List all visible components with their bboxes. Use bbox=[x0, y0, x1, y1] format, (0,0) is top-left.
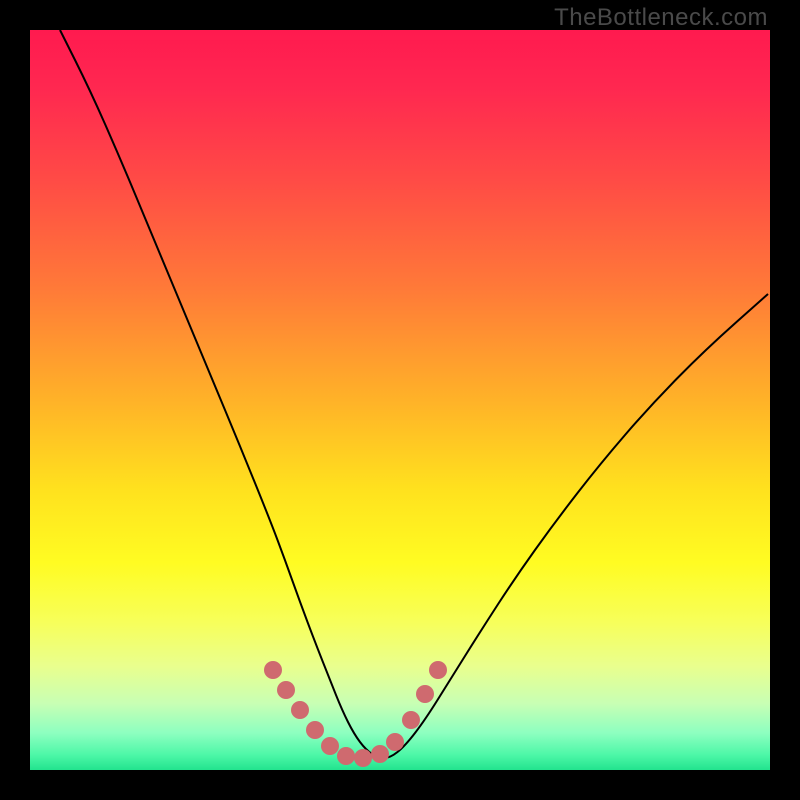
highlight-marker bbox=[402, 711, 420, 729]
highlight-marker bbox=[291, 701, 309, 719]
highlight-marker bbox=[306, 721, 324, 739]
marker-group bbox=[264, 661, 447, 767]
highlight-marker bbox=[416, 685, 434, 703]
highlight-marker bbox=[277, 681, 295, 699]
highlight-marker bbox=[429, 661, 447, 679]
highlight-marker bbox=[371, 745, 389, 763]
bottleneck-curve bbox=[60, 30, 768, 758]
chart-plot bbox=[30, 30, 770, 770]
highlight-marker bbox=[321, 737, 339, 755]
highlight-marker bbox=[337, 747, 355, 765]
highlight-marker bbox=[264, 661, 282, 679]
highlight-marker bbox=[354, 749, 372, 767]
highlight-marker bbox=[386, 733, 404, 751]
chart-frame bbox=[30, 30, 770, 770]
watermark-text: TheBottleneck.com bbox=[554, 4, 768, 32]
